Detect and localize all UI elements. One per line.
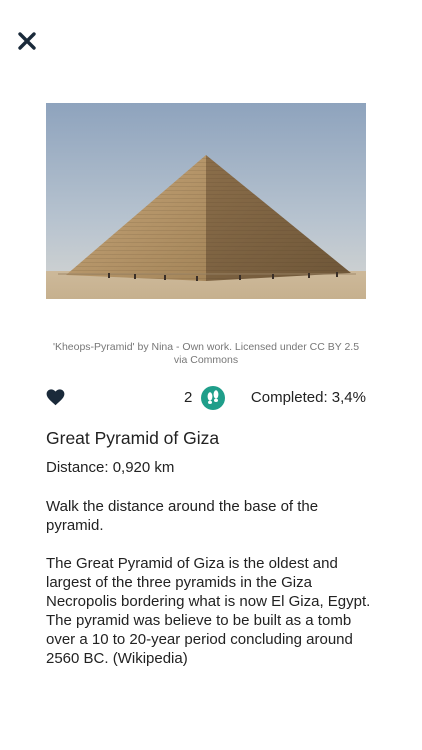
- footsteps-button[interactable]: [201, 386, 225, 410]
- challenge-distance: Distance: 0,920 km: [46, 459, 175, 476]
- heart-icon: [46, 389, 65, 406]
- close-button[interactable]: [14, 28, 40, 54]
- stats-row: 2 Completed: 3,4%: [46, 386, 366, 410]
- favorite-button[interactable]: [46, 389, 65, 406]
- challenge-description: The Great Pyramid of Giza is the oldest …: [46, 555, 371, 667]
- photo-credit: 'Kheops-Pyramid' by Nina - Own work. Lic…: [52, 341, 360, 366]
- close-icon: [18, 32, 36, 50]
- challenge-title: Great Pyramid of Giza: [46, 428, 220, 448]
- footprints-icon: [201, 386, 225, 410]
- completion-status: Completed: 3,4%: [250, 389, 366, 406]
- footsteps-count: 2: [184, 389, 193, 406]
- challenge-instructions: Walk the distance around the base of the…: [46, 498, 319, 534]
- pyramid-photo: [46, 103, 366, 299]
